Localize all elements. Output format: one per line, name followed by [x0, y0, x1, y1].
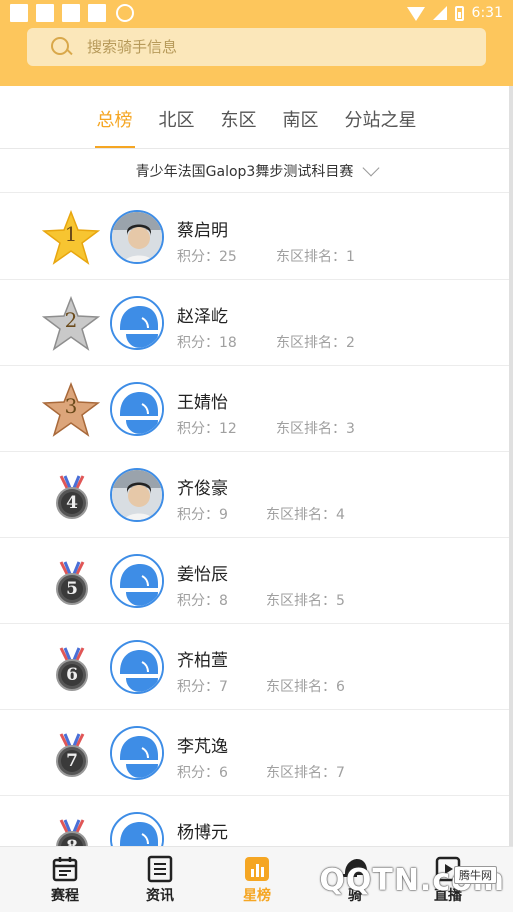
- rider-score: 积分：9: [177, 507, 228, 523]
- star-badge-icon: 3: [41, 381, 101, 438]
- star-badge-icon: 2: [41, 295, 101, 352]
- rank-row[interactable]: 7 李芃逸积分：6 东区排名：7: [0, 710, 509, 796]
- search-input[interactable]: [87, 38, 447, 56]
- chevron-down-icon: [362, 159, 380, 176]
- avatar[interactable]: [110, 210, 164, 264]
- tab-north[interactable]: 北区: [157, 98, 197, 148]
- rider-name: 赵泽屹: [177, 307, 228, 327]
- medal-badge-icon: 5: [55, 560, 89, 606]
- rider-region-rank: 东区排名：3: [276, 421, 355, 437]
- scrollbar[interactable]: [509, 86, 513, 846]
- nav-label: 星榜: [243, 888, 271, 904]
- medal-badge-icon: 6: [55, 646, 89, 692]
- wifi-icon: [406, 7, 425, 21]
- rider-score: 积分：7: [177, 679, 228, 695]
- battery-icon: [454, 5, 464, 21]
- rank-row[interactable]: 4 齐俊豪积分：9 东区排名：4: [0, 452, 509, 538]
- rank-number: 7: [66, 751, 78, 771]
- rider-region-rank: 东区排名：5: [266, 593, 345, 609]
- notification-icon: [62, 4, 80, 22]
- bottom-nav: 赛程 资讯 星榜 骑 直播 QQTN.com: [0, 846, 513, 912]
- rider-name: 齐俊豪: [177, 479, 228, 499]
- notification-icon: [10, 4, 28, 22]
- avatar[interactable]: [110, 640, 164, 694]
- search-bar[interactable]: [27, 28, 486, 66]
- rider-name: 李芃逸: [177, 737, 228, 757]
- rider-score: 积分：25: [177, 249, 237, 265]
- news-icon: [146, 855, 174, 883]
- rank-number: 2: [64, 308, 78, 332]
- rider-region-rank: 东区排名：7: [266, 765, 345, 781]
- nav-schedule[interactable]: 赛程: [33, 855, 97, 905]
- status-bar: 6:31: [0, 0, 513, 26]
- rider-name: 齐柏萱: [177, 651, 228, 671]
- nav-label: 赛程: [51, 888, 79, 904]
- tab-station-star[interactable]: 分站之星: [343, 98, 419, 148]
- avatar[interactable]: [110, 296, 164, 350]
- nav-news[interactable]: 资讯: [128, 855, 192, 905]
- rider-name: 杨博元: [177, 823, 228, 843]
- rank-number: 3: [64, 394, 78, 418]
- star-badge-icon: 1: [41, 209, 101, 266]
- rider-name: 姜怡辰: [177, 565, 228, 585]
- medal-badge-icon: 7: [55, 732, 89, 778]
- rank-row[interactable]: 1 蔡启明积分：25 东区排名：1: [0, 194, 509, 280]
- rider-region-rank: 东区排名：4: [266, 507, 345, 523]
- nav-rankings[interactable]: 星榜: [225, 855, 289, 905]
- rank-row[interactable]: 2 赵泽屹积分：18 东区排名：2: [0, 280, 509, 366]
- tab-east[interactable]: 东区: [219, 98, 259, 148]
- avatar[interactable]: [110, 382, 164, 436]
- watermark-badge: 腾牛网: [454, 866, 497, 884]
- rider-region-rank: 东区排名：1: [276, 249, 355, 265]
- event-dropdown[interactable]: 青少年法国Galop3舞步测试科目赛: [0, 149, 513, 193]
- rank-number: 6: [66, 665, 78, 685]
- event-dropdown-value: 青少年法国Galop3舞步测试科目赛: [135, 163, 354, 180]
- rider-region-rank: 东区排名：6: [266, 679, 345, 695]
- tab-south[interactable]: 南区: [281, 98, 321, 148]
- rider-score: 积分：18: [177, 335, 237, 351]
- tab-overall[interactable]: 总榜: [94, 98, 135, 148]
- avatar[interactable]: [110, 554, 164, 608]
- rank-number: 5: [66, 579, 78, 599]
- sync-icon: [116, 4, 134, 22]
- signal-icon: [432, 6, 447, 20]
- ranking-list: 1 蔡启明积分：25 东区排名：1 2 赵泽屹积分：18 东区排名：2 3 王婧怡积分：12 东…: [0, 194, 509, 882]
- medal-badge-icon: 4: [55, 474, 89, 520]
- rank-number: 1: [64, 222, 78, 246]
- rider-score: 积分：6: [177, 765, 228, 781]
- search-icon[interactable]: [51, 37, 71, 57]
- rider-name: 蔡启明: [177, 221, 228, 241]
- region-tabs: 总榜 北区 东区 南区 分站之星: [0, 98, 513, 148]
- status-time: 6:31: [471, 5, 503, 21]
- rider-region-rank: 东区排名：2: [276, 335, 355, 351]
- nav-label: 资讯: [146, 888, 174, 904]
- avatar[interactable]: [110, 726, 164, 780]
- rank-row[interactable]: 5 姜怡辰积分：8 东区排名：5: [0, 538, 509, 624]
- rank-row[interactable]: 6 齐柏萱积分：7 东区排名：6: [0, 624, 509, 710]
- rider-score: 积分：12: [177, 421, 237, 437]
- rank-row[interactable]: 3 王婧怡积分：12 东区排名：3: [0, 366, 509, 452]
- calendar-icon: [51, 855, 79, 883]
- notification-icon: [36, 4, 54, 22]
- notification-icon: [88, 4, 106, 22]
- rider-name: 王婧怡: [177, 393, 228, 413]
- chart-icon: [243, 855, 271, 883]
- avatar[interactable]: [110, 468, 164, 522]
- rank-number: 4: [66, 493, 78, 513]
- rider-score: 积分：8: [177, 593, 228, 609]
